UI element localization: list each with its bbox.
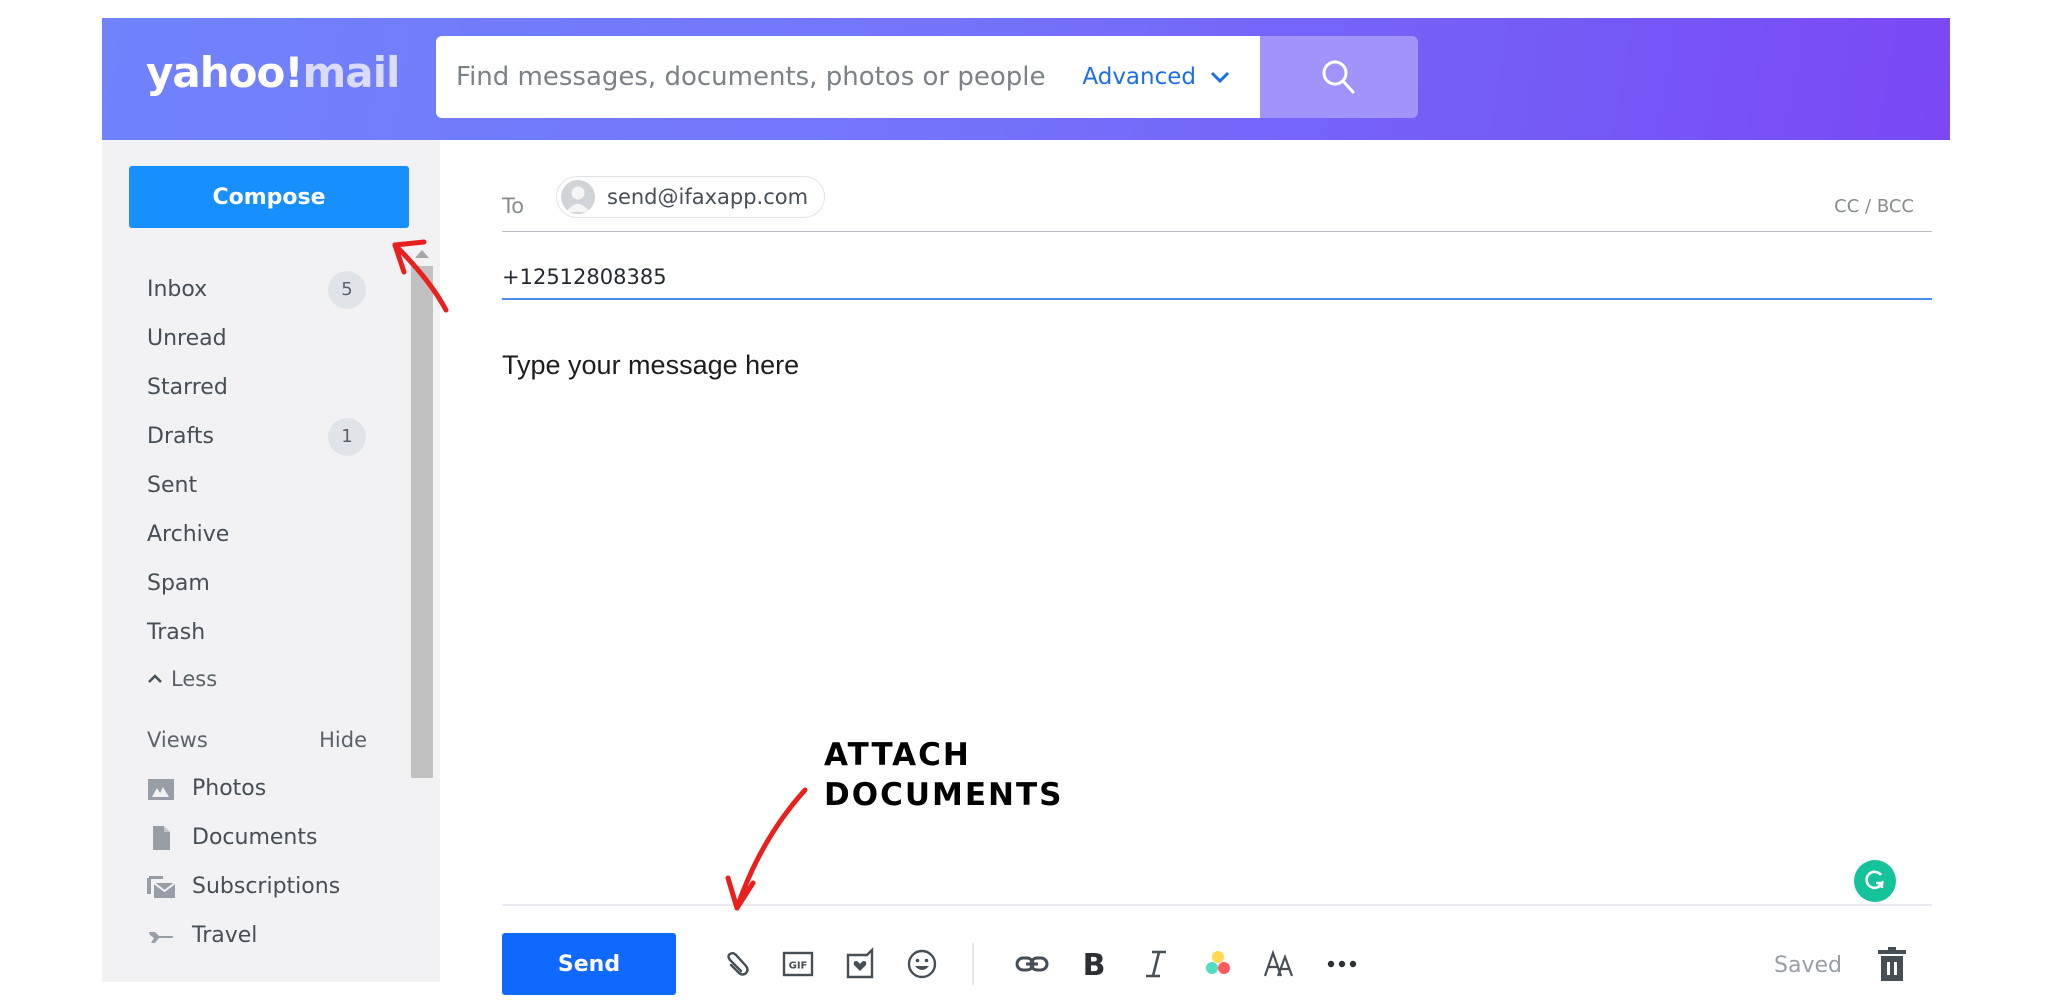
grammarly-icon <box>1865 870 1884 890</box>
folder-label: Drafts <box>147 424 214 449</box>
send-button[interactable]: Send <box>502 933 676 995</box>
svg-text:B: B <box>1083 948 1106 981</box>
sidebar-item-sent[interactable]: Sent <box>102 461 412 510</box>
gif-icon: GIF <box>782 951 814 977</box>
view-label: Photos <box>192 776 267 801</box>
annotation-caption: ATTACH DOCUMENTS <box>824 735 1063 815</box>
advanced-label: Advanced <box>1082 64 1196 90</box>
unread-count-badge: 5 <box>328 270 366 309</box>
subject-input[interactable] <box>502 256 1932 300</box>
annotation-line-1: ATTACH <box>824 737 971 773</box>
recipient-chip[interactable]: send@ifaxapp.com <box>556 176 826 218</box>
view-label: Travel <box>192 923 258 948</box>
saved-status: Saved <box>1774 953 1842 978</box>
trash-icon <box>1878 947 1906 981</box>
text-color-button[interactable] <box>1198 944 1238 984</box>
view-label: Documents <box>192 825 318 850</box>
folder-label: Spam <box>147 571 210 596</box>
search-input[interactable] <box>436 36 1083 118</box>
attach-button[interactable] <box>716 944 756 984</box>
sidebar-item-trash[interactable]: Trash <box>102 608 412 657</box>
italic-button[interactable] <box>1136 944 1176 984</box>
compose-toolbar: Send GIF B Saved <box>502 933 1932 995</box>
sidebar-item-spam[interactable]: Spam <box>102 559 412 608</box>
more-icon <box>1327 960 1357 968</box>
stationery-icon <box>846 947 874 979</box>
scrollbar-thumb[interactable] <box>411 266 433 778</box>
sidebar-item-starred[interactable]: Starred <box>102 363 412 412</box>
sidebar-item-archive[interactable]: Archive <box>102 510 412 559</box>
subscriptions-icon <box>147 875 176 898</box>
grammarly-button[interactable] <box>1854 860 1896 902</box>
hide-views-link[interactable]: Hide <box>319 728 367 752</box>
logo-yahoo: yahoo! <box>146 48 303 97</box>
gif-button[interactable]: GIF <box>778 944 818 984</box>
color-icon <box>1206 951 1230 974</box>
sidebar-item-unread[interactable]: Unread <box>102 314 412 363</box>
drafts-count-badge: 1 <box>328 417 366 456</box>
font-size-button[interactable] <box>1260 944 1300 984</box>
compose-panel: To send@ifaxapp.com CC / BCC Type your m… <box>502 140 1932 995</box>
yahoo-mail-app: yahoo!mail Advanced Compose Inbox 5 Unre… <box>102 18 1950 995</box>
sidebar-scrollbar[interactable] <box>410 250 434 982</box>
compose-button[interactable]: Compose <box>129 166 409 228</box>
avatar-icon <box>561 180 595 214</box>
views-header: Views Hide <box>147 728 367 752</box>
folder-list: Inbox 5 Unread Starred Drafts 1 Sent Arc… <box>102 265 412 701</box>
sidebar-item-travel[interactable]: Travel <box>102 911 412 960</box>
sidebar-item-inbox[interactable]: Inbox 5 <box>102 265 412 314</box>
chevron-down-icon <box>1210 71 1230 84</box>
sidebar-item-drafts[interactable]: Drafts 1 <box>102 412 412 461</box>
search-button[interactable] <box>1260 36 1418 118</box>
folder-label: Sent <box>147 473 198 498</box>
folder-label: Inbox <box>147 277 208 302</box>
top-header: yahoo!mail Advanced <box>102 18 1950 140</box>
yahoo-mail-logo[interactable]: yahoo!mail <box>146 52 400 94</box>
advanced-search-toggle[interactable]: Advanced <box>1082 64 1260 90</box>
folder-label: Trash <box>147 620 206 645</box>
document-icon <box>153 825 170 850</box>
stationery-button[interactable] <box>840 944 880 984</box>
message-body[interactable]: Type your message here <box>502 350 799 381</box>
folder-label: Archive <box>147 522 230 547</box>
search-icon <box>1322 60 1355 94</box>
chevron-up-icon <box>148 674 162 683</box>
sidebar-item-subscriptions[interactable]: Subscriptions <box>102 862 412 911</box>
logo-mail: mail <box>302 48 400 97</box>
font-size-icon <box>1263 949 1294 977</box>
attach-icon <box>727 952 749 976</box>
insert-link-button[interactable] <box>1012 944 1052 984</box>
to-label: To <box>502 194 525 218</box>
scroll-up-arrow-icon[interactable] <box>415 250 429 258</box>
views-label: Views <box>147 728 208 752</box>
views-list: Photos Documents Subscriptions Travel <box>102 764 412 960</box>
less-toggle[interactable]: Less <box>102 657 412 701</box>
sidebar-item-documents[interactable]: Documents <box>102 813 412 862</box>
bold-button[interactable]: B <box>1074 944 1114 984</box>
view-label: Subscriptions <box>192 874 341 899</box>
discard-draft-button[interactable] <box>1874 945 1910 983</box>
emoji-icon <box>907 949 937 979</box>
toolbar-divider <box>502 904 1932 906</box>
bold-icon: B <box>1083 948 1106 981</box>
to-field[interactable]: To send@ifaxapp.com CC / BCC <box>502 174 1932 232</box>
sidebar-item-photos[interactable]: Photos <box>102 764 412 813</box>
link-icon <box>1015 956 1049 972</box>
annotation-line-2: DOCUMENTS <box>824 777 1064 813</box>
more-options-button[interactable] <box>1322 944 1362 984</box>
less-label: Less <box>171 667 218 691</box>
search-bar: Advanced <box>436 36 1260 118</box>
emoji-button[interactable] <box>902 944 942 984</box>
photo-icon <box>148 778 174 800</box>
folder-label: Unread <box>147 326 227 351</box>
svg-text:GIF: GIF <box>789 961 808 972</box>
cc-bcc-link[interactable]: CC / BCC <box>1834 196 1914 217</box>
italic-icon <box>1146 950 1166 978</box>
plane-icon <box>149 931 174 943</box>
folder-label: Starred <box>147 375 228 400</box>
sidebar: Compose Inbox 5 Unread Starred Drafts 1 … <box>102 140 440 982</box>
recipient-email: send@ifaxapp.com <box>607 185 809 209</box>
toolbar-separator <box>972 943 974 985</box>
